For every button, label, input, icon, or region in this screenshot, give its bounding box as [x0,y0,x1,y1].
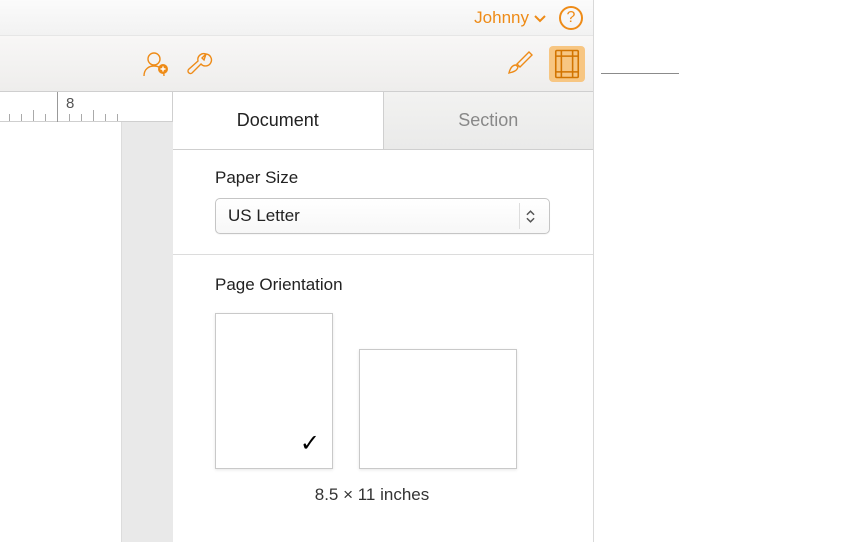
document-inspector-button[interactable] [549,46,585,82]
tools-button[interactable] [186,48,218,80]
orientation-portrait[interactable]: ✓ [215,313,333,469]
page-margin-shadow [121,122,173,542]
tab-document[interactable]: Document [173,92,384,149]
tab-section[interactable]: Section [384,92,594,149]
divider [173,254,593,255]
user-menu[interactable]: Johnny [474,8,547,28]
paper-size-select[interactable]: US Letter [215,198,550,234]
select-stepper-icon [519,203,541,229]
title-bar: Johnny ? [0,0,593,36]
inspector-sidebar: Document Section Paper Size US Letter [173,92,593,542]
paper-size-value: US Letter [228,206,300,226]
checkmark-icon: ✓ [300,429,320,458]
chevron-down-icon [533,11,547,25]
paper-size-label: Paper Size [215,168,571,188]
ruler-major-tick [57,92,58,122]
document-canvas-edge: 8 [0,92,173,542]
document-icon [549,46,585,82]
page-dimensions-label: 8.5 × 11 inches [173,485,571,505]
annotation-leader-line [601,73,679,74]
help-button[interactable]: ? [559,6,583,30]
ruler-label: 8 [66,95,74,112]
tab-label: Document [237,110,319,131]
question-mark-icon: ? [567,9,576,27]
wrench-icon [186,48,218,80]
user-name-label: Johnny [474,8,529,28]
orientation-landscape[interactable] [359,349,517,469]
inspector-tabs: Document Section [173,92,593,150]
collaborate-button[interactable] [140,48,172,80]
horizontal-ruler[interactable]: 8 [0,92,172,122]
person-add-icon [140,48,172,80]
paintbrush-icon [503,48,535,80]
tab-label: Section [458,110,518,131]
format-button[interactable] [503,48,535,80]
toolbar [0,36,593,92]
page-orientation-label: Page Orientation [215,275,571,295]
